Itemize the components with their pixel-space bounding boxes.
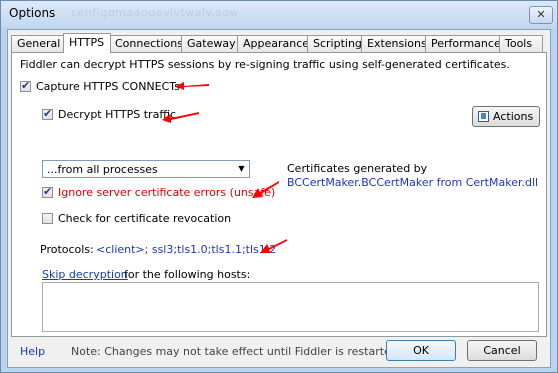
dropdown-arrow-icon: ▼ (238, 164, 245, 173)
cert-info-line1: Certificates generated by (287, 162, 428, 175)
actions-button-label: Actions (493, 110, 534, 123)
protocols-value-link[interactable]: <client>; ssl3;tls1.0;tls1.1;tls1.2 (96, 243, 276, 256)
intro-text: Fiddler can decrypt HTTPS sessions by re… (20, 58, 510, 71)
capture-connects-label[interactable]: Capture HTTPS CONNECTs (36, 80, 180, 93)
checkmark-icon: ✔ (43, 185, 53, 198)
tab-extensions[interactable]: Extensions (361, 35, 427, 52)
tab-gateway[interactable]: Gateway (181, 35, 239, 52)
actions-icon (478, 111, 489, 122)
red-arrow-annotation-icon (260, 239, 287, 253)
skip-decryption-suffix: for the following hosts: (124, 268, 251, 281)
tab-tools[interactable]: Tools (499, 35, 543, 52)
decrypt-traffic-label[interactable]: Decrypt HTTPS traffic (58, 108, 176, 121)
cert-info-line2: BCCertMaker.BCCertMaker from CertMaker.d… (287, 176, 539, 189)
ignore-cert-errors-label[interactable]: Ignore server certificate errors (unsafe… (58, 186, 275, 199)
title-background-text: cenfigqmaaouevivtwaly.aow (71, 6, 239, 19)
red-arrow-annotation-icon (252, 181, 279, 198)
dialog-body: General HTTPS Connections Gateway Appear… (7, 29, 551, 368)
tab-https[interactable]: HTTPS (63, 33, 111, 53)
skip-hosts-textarea[interactable] (42, 282, 539, 332)
options-window: Options cenfigqmaaouevivtwaly.aow ✕ Gene… (0, 0, 558, 373)
capture-connects-checkbox[interactable]: ✔ (20, 79, 31, 92)
close-button[interactable]: ✕ (529, 6, 553, 24)
https-tab-panel: Fiddler can decrypt HTTPS sessions by re… (11, 52, 547, 337)
red-arrow-annotation-icon (176, 82, 209, 90)
checkmark-icon: ✔ (43, 107, 53, 120)
help-link[interactable]: Help (20, 345, 45, 358)
cancel-button[interactable]: Cancel (467, 340, 537, 361)
ok-button[interactable]: OK (386, 340, 456, 361)
checkmark-icon: ✔ (21, 79, 31, 92)
tab-scripting[interactable]: Scripting (307, 35, 363, 52)
red-arrow-annotation-icon (162, 112, 199, 123)
check-revocation-label[interactable]: Check for certificate revocation (58, 212, 231, 225)
restart-note: Note: Changes may not take effect until … (71, 345, 402, 358)
close-icon: ✕ (536, 8, 546, 21)
title-bar: Options cenfigqmaaouevivtwaly.aow ✕ (1, 1, 557, 27)
check-revocation-checkbox[interactable] (42, 213, 53, 224)
tab-appearance[interactable]: Appearance (237, 35, 309, 52)
tab-general[interactable]: General (11, 35, 65, 52)
window-title: Options (9, 6, 56, 20)
skip-decryption-link[interactable]: Skip decryption (42, 268, 128, 281)
actions-button[interactable]: Actions (472, 106, 540, 127)
tab-performance[interactable]: Performance (425, 35, 501, 52)
decrypt-traffic-checkbox[interactable]: ✔ (42, 107, 53, 120)
ignore-cert-errors-checkbox[interactable]: ✔ (42, 185, 53, 198)
protocols-label: Protocols: (40, 243, 94, 256)
process-filter-dropdown[interactable]: ...from all processes ▼ (42, 160, 250, 178)
process-filter-value: ...from all processes (47, 163, 158, 176)
tab-connections[interactable]: Connections (109, 35, 183, 52)
